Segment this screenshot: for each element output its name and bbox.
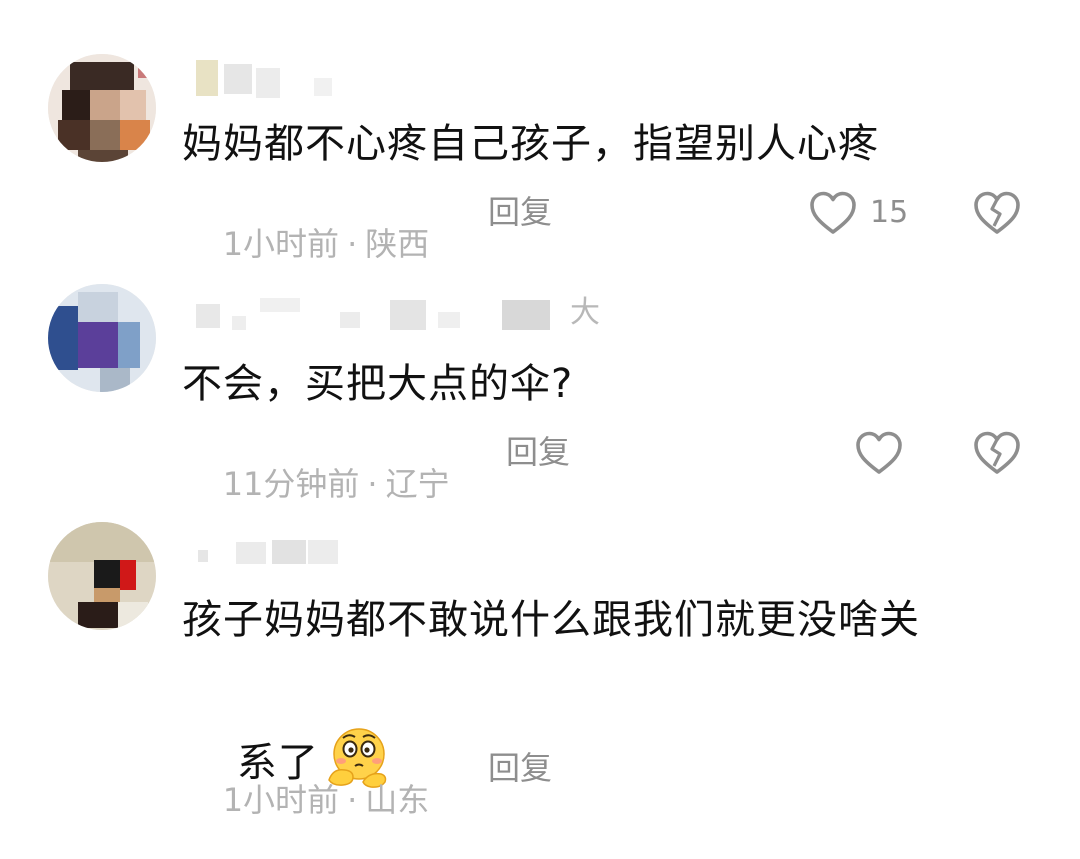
broken-heart-icon[interactable] [972, 430, 1022, 476]
avatar[interactable] [48, 54, 156, 162]
username-blurred[interactable] [190, 530, 350, 570]
comment-text: 妈妈都不心疼自己孩子，指望别人心疼 [182, 121, 879, 167]
like-count: 15 [870, 195, 909, 230]
reply-button[interactable]: 回复 [506, 436, 570, 468]
comment-location: 辽宁 [385, 465, 450, 503]
meta-separator: · [347, 225, 358, 263]
comment-location: 陕西 [365, 225, 430, 263]
reply-button[interactable]: 回复 [488, 752, 552, 784]
broken-heart-icon[interactable] [972, 190, 1022, 236]
reply-button[interactable]: 回复 [488, 196, 552, 228]
comment-item: 妈妈都不心疼自己孩子，指望别人心疼 1小时前 · 陕西 回复 15 [0, 0, 1080, 260]
comment-item: 大 不会，买把大点的伞? 11分钟前 · 辽宁 回复 [0, 270, 1080, 500]
avatar[interactable] [48, 284, 156, 392]
username-visible-char: 大 [570, 295, 600, 330]
comment-location: 山东 [365, 781, 430, 819]
meta-separator: · [367, 465, 378, 503]
heart-outline-icon[interactable] [854, 430, 904, 476]
comment-text: 不会，买把大点的伞? [182, 361, 574, 407]
username-blurred[interactable] [190, 58, 350, 98]
username-blurred[interactable]: 大 [190, 292, 620, 332]
comment-time: 1小时前 [222, 225, 340, 263]
comment-text: 孩子妈妈都不敢说什么跟我们就更没啥关 [182, 597, 920, 643]
comment-time: 11分钟前 [222, 465, 360, 503]
meta-separator: · [347, 781, 358, 819]
heart-outline-icon[interactable] [808, 190, 858, 236]
comment-time: 1小时前 [222, 781, 340, 819]
comment-meta: 1小时前 · 山东 [182, 752, 430, 848]
comment-item: 孩子妈妈都不敢说什么跟我们就更没啥关 系了 1小时前 · 山东 回复 [0, 500, 1080, 816]
avatar[interactable] [48, 522, 156, 630]
